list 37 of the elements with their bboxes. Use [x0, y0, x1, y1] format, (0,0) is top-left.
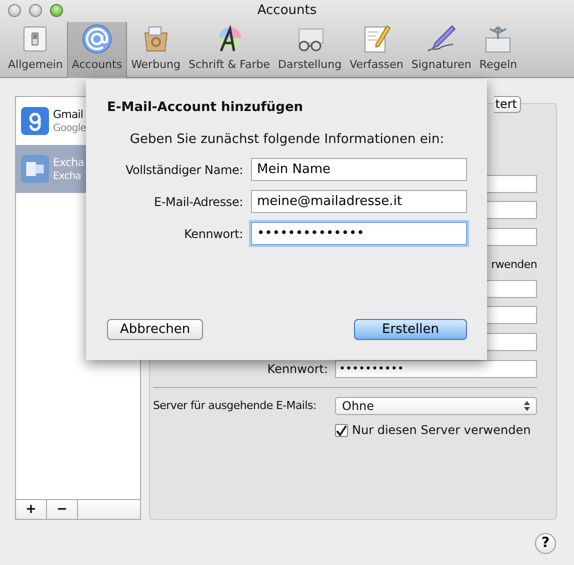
toolbar-tab[interactable]: Regeln — [475, 22, 522, 78]
account-name: Excha — [53, 154, 84, 170]
create-button[interactable]: Erstellen — [354, 319, 467, 340]
checkbox[interactable] — [335, 424, 348, 436]
minimize-button[interactable] — [29, 4, 42, 17]
field-label: Kennwort: — [267, 361, 328, 378]
cancel-button[interactable]: Abbrechen — [107, 319, 203, 340]
toolbar-tab[interactable]: Signaturen — [407, 22, 476, 78]
text-field[interactable]: •••••••••••••• — [251, 222, 467, 245]
zoom-button[interactable] — [50, 4, 63, 17]
text-field[interactable]: meine@mailadresse.it — [251, 190, 467, 213]
field-label: Kennwort: — [183, 226, 243, 242]
account-type: Google — [53, 122, 86, 136]
checkbox-label: rwenden — [491, 258, 537, 272]
window-title: Accounts — [257, 3, 317, 18]
text-field[interactable]: Mein Name — [251, 158, 467, 181]
toolbar-tab[interactable]: Werbung — [127, 22, 184, 78]
field-label: E-Mail-Adresse: — [153, 194, 243, 210]
account-name: Gmail — [53, 106, 84, 122]
checkbox-label: Nur diesen Server verwenden — [352, 422, 531, 439]
password-field[interactable]: •••••••••• — [335, 360, 537, 378]
stepper-arrows-icon — [524, 401, 530, 411]
toolbar-tab[interactable]: Darstellung — [274, 22, 346, 78]
at-sign-icon — [80, 22, 113, 54]
remove-button[interactable]: − — [47, 500, 78, 519]
close-button[interactable] — [8, 4, 21, 17]
toolbar-tab[interactable]: Allgemein — [4, 22, 67, 78]
help-button[interactable]: ? — [535, 533, 556, 554]
server-dropdown[interactable]: Ohne — [335, 397, 537, 415]
toolbar-tab[interactable]: Accounts — [66, 22, 128, 78]
add-button[interactable]: + — [16, 500, 47, 519]
tab-button[interactable]: tert — [494, 96, 521, 113]
sheet-title: E-Mail-Account hinzufügen — [107, 99, 304, 117]
field-label: Server für ausgehende E-Mails: — [153, 398, 318, 414]
toolbar-tab[interactable]: Verfassen — [346, 22, 408, 78]
account-type: Excha — [53, 170, 82, 184]
toolbar-tab[interactable]: Schrift & Farbe — [184, 22, 274, 78]
